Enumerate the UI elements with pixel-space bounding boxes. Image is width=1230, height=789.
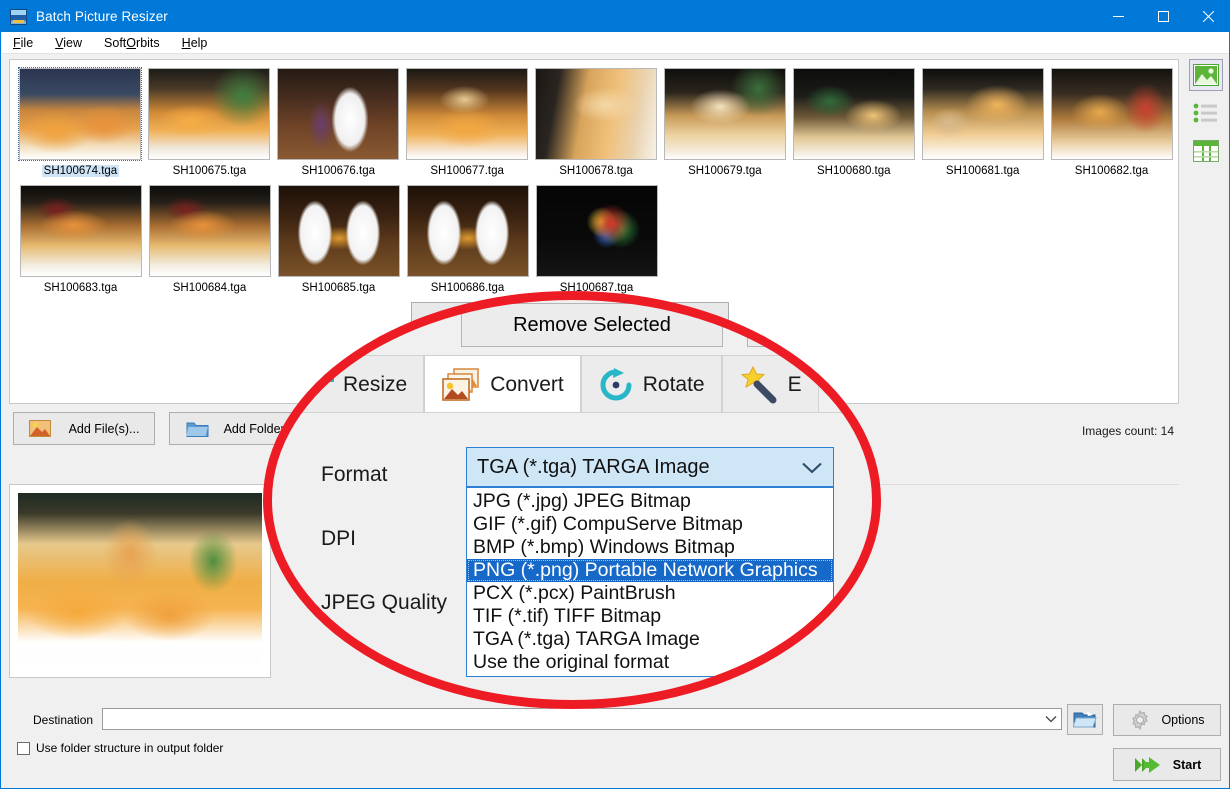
thumbnail-label: SH100680.tga — [815, 165, 893, 177]
list-view-icon[interactable] — [1189, 97, 1223, 129]
thumbnail-label: SH100675.tga — [171, 165, 249, 177]
options-button[interactable]: Options — [1113, 704, 1221, 736]
thumbnail-row: SH100683.tga SH100684.tga SH100685.tga S… — [14, 183, 1174, 294]
thumbnail-item[interactable]: SH100676.tga — [276, 68, 401, 177]
thumbnail-label: SH100683.tga — [42, 282, 120, 294]
thumbnail-item[interactable]: SH100687.tga — [534, 185, 659, 294]
thumbnail-label: SH100678.tga — [557, 165, 635, 177]
menu-item-view[interactable]: View — [44, 32, 93, 54]
image-preview-panel — [9, 484, 271, 678]
use-folder-structure-checkbox[interactable] — [17, 742, 30, 755]
add-files-label: Add File(s)... — [69, 422, 140, 436]
folder-icon — [186, 420, 210, 438]
menu-item-file[interactable]: File — [2, 32, 44, 54]
remove-selected-button[interactable]: Remove Selected — [411, 302, 623, 337]
thumbnail-image — [535, 68, 657, 160]
thumbnail-image — [922, 68, 1044, 160]
start-label: Start — [1173, 758, 1201, 772]
thumbnail-item[interactable]: SH100677.tga — [405, 68, 530, 177]
thumbnail-image — [664, 68, 786, 160]
green-arrows-icon — [1133, 755, 1163, 775]
gear-icon — [1129, 709, 1151, 731]
add-folder-label: Add Folder... — [224, 422, 295, 436]
thumbnail-image — [277, 68, 399, 160]
thumbnail-item[interactable]: SH100674.tga — [18, 68, 143, 177]
window-title: Batch Picture Resizer — [36, 9, 168, 24]
thumbnail-image — [20, 185, 142, 277]
grid-view-icon[interactable] — [1189, 135, 1223, 167]
thumbnail-label: SH100684.tga — [171, 282, 249, 294]
view-mode-toolbar — [1184, 59, 1228, 181]
use-folder-structure-row[interactable]: Use folder structure in output folder — [17, 741, 223, 755]
thumbnail-item[interactable]: SH100680.tga — [791, 68, 916, 177]
format-combobox-value: TGA (*.tga) TARGA Image — [477, 456, 710, 479]
thumbnail-image — [1051, 68, 1173, 160]
thumbnail-label: SH100687.tga — [558, 282, 636, 294]
start-button[interactable]: Start — [1113, 748, 1221, 781]
thumbnail-image — [536, 185, 658, 277]
thumbnail-item[interactable]: SH100686.tga — [405, 185, 530, 294]
preview-image — [18, 493, 262, 663]
maximize-icon[interactable] — [1141, 1, 1186, 32]
format-combobox[interactable]: TGA (*.tga) TARGA Image — [466, 447, 834, 487]
images-count-label: Images count: 14 — [1082, 424, 1174, 438]
application-window: Batch Picture Resizer File View SoftOrbi… — [0, 0, 1230, 789]
thumbnail-image — [793, 68, 915, 160]
window-controls — [1096, 1, 1230, 32]
destination-input[interactable] — [102, 708, 1062, 730]
close-icon[interactable] — [1186, 1, 1230, 32]
menu-bar: File View SoftOrbits Help — [2, 32, 1230, 54]
thumbnail-item[interactable]: SH100682.tga — [1049, 68, 1174, 177]
menu-label-help-rest: elp — [191, 36, 208, 50]
open-folder-icon — [1073, 710, 1097, 729]
use-folder-structure-label: Use folder structure in output folder — [36, 741, 223, 755]
thumbnail-label: SH100682.tga — [1073, 165, 1151, 177]
thumbnail-view-icon[interactable] — [1189, 59, 1223, 91]
thumbnail-label: SH100681.tga — [944, 165, 1022, 177]
move-up-button[interactable] — [651, 302, 729, 337]
thumbnail-item[interactable]: SH100683.tga — [18, 185, 143, 294]
add-files-button[interactable]: Add File(s)... — [13, 412, 155, 445]
thumbnail-item[interactable]: SH100684.tga — [147, 185, 272, 294]
picture-icon — [29, 420, 51, 437]
thumbnail-row: SH100674.tga SH100675.tga SH100676.tga S… — [14, 66, 1174, 177]
menu-label-softorbits-rest: rbits — [136, 36, 160, 50]
thumbnail-image — [278, 185, 400, 277]
settings-panel-background — [279, 484, 1179, 678]
chevron-up-icon — [670, 311, 710, 329]
thumbnail-image — [149, 185, 271, 277]
title-bar: Batch Picture Resizer — [1, 1, 1230, 32]
minimize-icon[interactable] — [1096, 1, 1141, 32]
thumbnail-image — [19, 68, 141, 160]
thumbnail-item[interactable]: SH100675.tga — [147, 68, 272, 177]
thumbnail-label: SH100679.tga — [686, 165, 764, 177]
menu-label-file-rest: ile — [21, 36, 34, 50]
thumbnail-label: SH100677.tga — [428, 165, 506, 177]
browse-destination-button[interactable] — [1067, 704, 1103, 735]
options-label: Options — [1161, 713, 1204, 727]
app-icon — [10, 9, 27, 25]
menu-item-softorbits[interactable]: SoftOrbits — [93, 32, 171, 54]
chevron-down-icon[interactable] — [1045, 709, 1057, 729]
thumbnail-item[interactable]: SH100685.tga — [276, 185, 401, 294]
thumbnail-label: SH100686.tga — [429, 282, 507, 294]
menu-label-view-rest: iew — [63, 36, 82, 50]
add-folder-button[interactable]: Add Folder... — [169, 412, 311, 445]
image-list-panel[interactable]: SH100674.tga SH100675.tga SH100676.tga S… — [9, 59, 1179, 404]
thumbnail-item[interactable]: SH100679.tga — [662, 68, 787, 177]
chevron-down-icon[interactable] — [801, 461, 823, 474]
remove-selected-label: Remove Selected — [470, 313, 569, 327]
destination-label: Destination — [33, 713, 93, 727]
thumbnail-label: SH100676.tga — [299, 165, 377, 177]
thumbnail-image — [407, 185, 529, 277]
thumbnail-image — [148, 68, 270, 160]
thumbnail-image — [406, 68, 528, 160]
menu-item-help[interactable]: Help — [171, 32, 219, 54]
thumbnail-item[interactable]: SH100678.tga — [534, 68, 659, 177]
thumbnail-label: SH100685.tga — [300, 282, 378, 294]
thumbnail-item[interactable]: SH100681.tga — [920, 68, 1045, 177]
thumbnail-label: SH100674.tga — [42, 165, 120, 177]
